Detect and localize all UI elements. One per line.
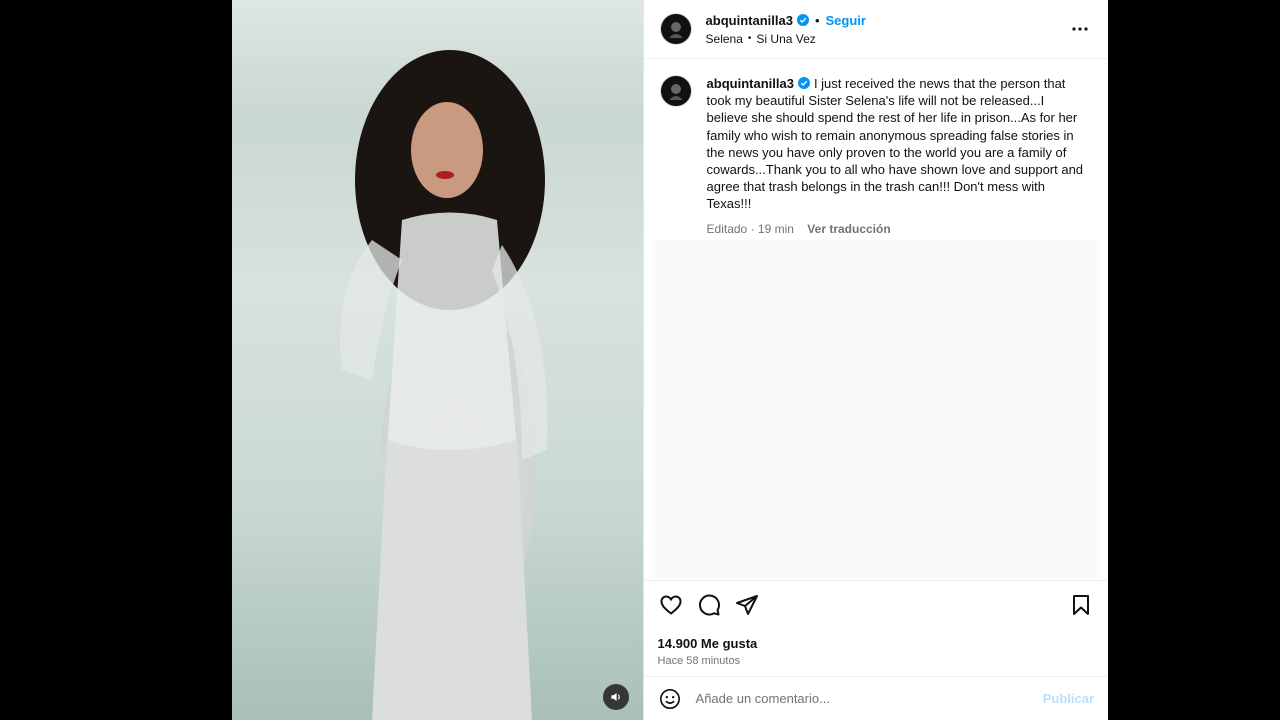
save-button[interactable] (1068, 593, 1094, 617)
bookmark-icon (1073, 595, 1089, 615)
caption-age: 19 min (757, 221, 794, 236)
share-icon (735, 595, 758, 615)
comment-icon (698, 594, 720, 616)
header-meta: abquintanilla3 • Seguir Selena • Si Una … (706, 13, 1068, 46)
separator-dot: • (747, 33, 752, 44)
verified-badge-icon (796, 14, 809, 26)
post-comment-button[interactable]: Publicar (1043, 691, 1094, 706)
post-details-panel: abquintanilla3 • Seguir Selena • Si Una … (642, 0, 1108, 720)
comment-button[interactable] (696, 593, 722, 617)
verified-badge-icon (797, 77, 810, 89)
comments-area (651, 240, 1100, 578)
audio-track: Si Una Vez (756, 31, 816, 46)
action-bar: 14.900 Me gusta Hace 58 minutos (643, 580, 1108, 667)
like-button[interactable] (658, 593, 684, 617)
audio-artist: Selena (705, 31, 743, 46)
likes-count[interactable]: 14.900 Me gusta (658, 636, 1094, 651)
profile-photo-icon (668, 22, 683, 38)
caption-meta: Editado · 19 min Ver traducción (707, 221, 1087, 238)
video-frame-figure (340, 50, 548, 720)
username-link[interactable]: abquintanilla3 (706, 13, 793, 28)
separator-dot: • (814, 12, 820, 28)
more-options-button[interactable] (1068, 17, 1092, 41)
caption: abquintanilla3 I just received the news t… (644, 59, 1108, 238)
post-header: abquintanilla3 • Seguir Selena • Si Una … (643, 0, 1108, 59)
follow-button[interactable]: Seguir (826, 13, 866, 28)
more-horizontal-icon (1072, 27, 1088, 31)
mute-toggle-button[interactable] (602, 684, 629, 710)
avatar[interactable] (659, 13, 692, 45)
comment-input[interactable]: Añade un comentario... (696, 691, 1043, 706)
caption-username-link[interactable]: abquintanilla3 (707, 76, 794, 91)
emoji-button[interactable] (658, 687, 682, 711)
volume-icon (610, 692, 620, 702)
caption-text: I just received the news that the person… (706, 76, 1084, 212)
audio-attribution[interactable]: Selena • Si Una Vez (706, 32, 1068, 46)
post-modal: abquintanilla3 • Seguir Selena • Si Una … (232, 0, 1108, 720)
share-button[interactable] (734, 593, 760, 617)
caption-avatar[interactable] (659, 75, 692, 107)
heart-icon (660, 595, 682, 615)
emoji-icon (659, 688, 680, 709)
see-translation-button[interactable]: Ver traducción (807, 222, 890, 236)
comment-composer: Añade un comentario... Publicar (643, 676, 1108, 720)
profile-photo-icon (668, 84, 683, 100)
post-video[interactable] (232, 0, 643, 720)
separator-dot: · (750, 221, 755, 236)
post-timestamp[interactable]: Hace 58 minutos (658, 655, 1094, 667)
edited-label: Editado (706, 221, 748, 236)
